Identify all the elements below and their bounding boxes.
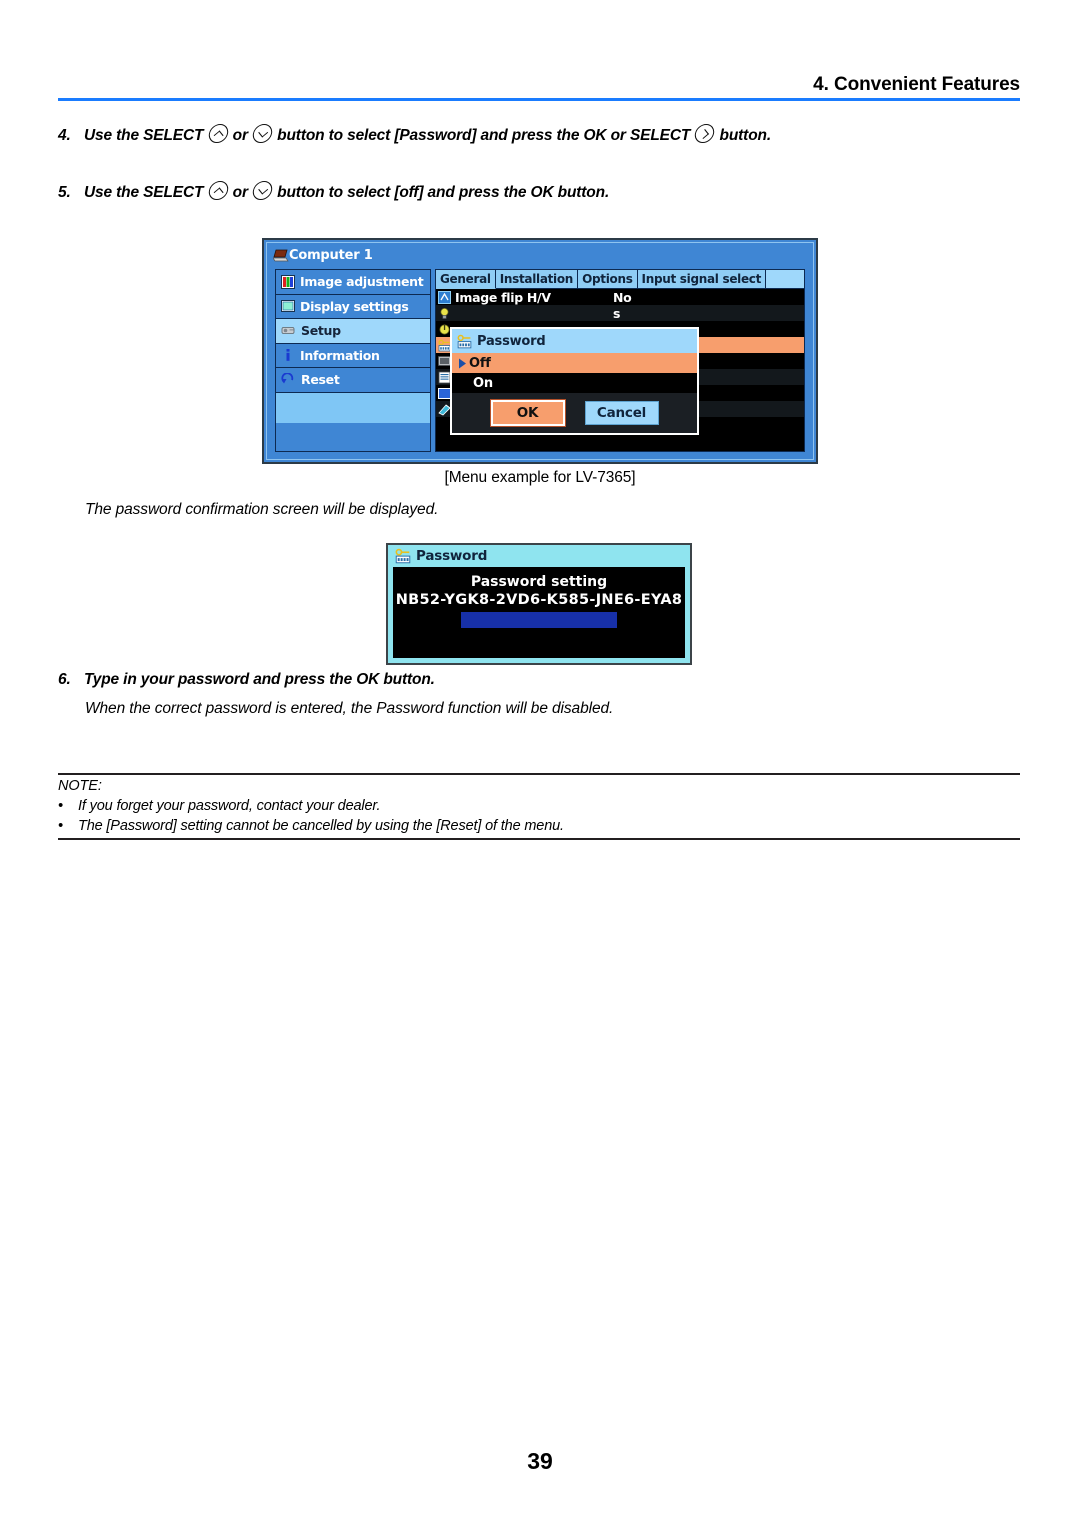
- password-screen-title: Password: [416, 548, 488, 564]
- note-rule-top: [58, 773, 1020, 775]
- page-number: 39: [527, 1448, 553, 1474]
- note-item: • If you forget your password, contact yo…: [58, 798, 381, 814]
- password-dialog-title: Password: [477, 333, 546, 349]
- password-option-label: Off: [469, 355, 491, 371]
- osd-sidebar: Image adjustment Display settings Setup …: [275, 269, 431, 452]
- password-dialog-buttons: OK Cancel: [452, 393, 697, 433]
- row-value: No: [613, 289, 632, 305]
- step-6-text: Type in your password and press the OK b…: [84, 671, 435, 688]
- step-4-number: 4.: [58, 127, 71, 144]
- cancel-button[interactable]: Cancel: [584, 401, 659, 425]
- sidebar-filler: [276, 392, 430, 423]
- computer-icon: [273, 249, 289, 262]
- table-row[interactable]: s: [436, 305, 804, 321]
- password-setting-screenshot: Password Password setting NB52-YGK8-2VD6…: [386, 543, 692, 665]
- password-setting-heading: Password setting: [470, 574, 608, 590]
- osd-title-text: Computer 1: [289, 248, 373, 263]
- password-dialog: Password Off On OK Cancel: [450, 327, 699, 435]
- password-confirmation-text: The password confirmation screen will be…: [85, 501, 439, 518]
- step-4-text-d: button.: [715, 127, 772, 144]
- chapter-title: 4. Convenient Features: [813, 74, 1020, 95]
- password-screen-body: Password setting NB52-YGK8-2VD6-K585-JNE…: [393, 567, 685, 658]
- sidebar-item-label: Setup: [301, 323, 341, 339]
- password-option-off[interactable]: Off: [452, 353, 697, 373]
- tab-installation[interactable]: Installation: [495, 270, 579, 289]
- tab-label: Options: [582, 272, 633, 286]
- osd-menu-screenshot: Computer 1 Image adjustment Display sett…: [262, 238, 818, 464]
- note-item-text: The [Password] setting cannot be cancell…: [78, 818, 564, 834]
- row-label: Image flip H/V: [455, 289, 551, 305]
- password-icon: [395, 548, 411, 564]
- step-5-text-c: button to select [off] and press the OK …: [273, 184, 610, 201]
- step-5-text-b: or: [228, 184, 253, 201]
- bullet-icon: •: [58, 818, 63, 834]
- row-value: s: [613, 305, 621, 321]
- step-6-number: 6.: [58, 671, 71, 688]
- select-right-icon: [693, 124, 717, 143]
- sidebar-item-reset[interactable]: Reset: [276, 368, 430, 393]
- step-4-text-b: or: [228, 127, 253, 144]
- step-4-text-a: Use the SELECT: [84, 127, 208, 144]
- step-4-text-c: button to select [Password] and press th…: [273, 127, 695, 144]
- select-up-icon: [206, 124, 230, 143]
- flip-icon: [438, 290, 451, 304]
- sidebar-item-label: Reset: [301, 372, 340, 388]
- bullet-icon: •: [58, 798, 63, 814]
- tab-label: Input signal select: [641, 272, 762, 286]
- sidebar-item-setup[interactable]: Setup: [276, 319, 430, 344]
- password-option-label: On: [473, 375, 493, 391]
- osd-body: Image adjustment Display settings Setup …: [275, 269, 805, 452]
- osd-titlebar: Computer 1: [273, 246, 373, 265]
- password-option-on[interactable]: On: [452, 373, 697, 393]
- table-row[interactable]: Image flip H/V No: [436, 289, 804, 305]
- selection-caret-icon: [456, 358, 469, 369]
- note-rule-bottom: [58, 838, 1020, 840]
- sidebar-item-label: Display settings: [300, 298, 409, 314]
- tab-options[interactable]: Options: [578, 270, 638, 289]
- tab-general[interactable]: General: [436, 270, 496, 289]
- select-down-icon: [251, 124, 274, 143]
- lamp-icon: [438, 307, 451, 320]
- step-5-number: 5.: [58, 184, 71, 201]
- row-label-cell: [438, 307, 613, 320]
- tab-input-signal-select[interactable]: Input signal select: [637, 270, 767, 289]
- sidebar-item-image-adjustment[interactable]: Image adjustment: [276, 270, 430, 295]
- step-6: 6. Type in your password and press the OK…: [58, 670, 435, 690]
- row-label-cell: Image flip H/V: [438, 290, 613, 305]
- osd-inner-frame: Computer 1 Image adjustment Display sett…: [266, 242, 814, 460]
- menu-example-caption: [Menu example for LV-7365]: [444, 469, 636, 486]
- image-adjustment-icon: [281, 274, 295, 289]
- select-up-icon: [206, 181, 230, 200]
- page-header: 4. Convenient Features: [58, 74, 1020, 96]
- header-rule: [58, 98, 1020, 101]
- password-input-field[interactable]: [461, 612, 617, 628]
- tab-label: General: [440, 272, 491, 286]
- step-5-text-a: Use the SELECT: [84, 184, 208, 201]
- password-screen-titlebar: Password: [388, 545, 690, 567]
- password-icon: [457, 334, 472, 349]
- reset-icon: [281, 373, 296, 386]
- step-5: 5. Use the SELECT or button to select [of…: [58, 181, 609, 203]
- osd-tab-bar: General Installation Options Input signa…: [436, 270, 804, 289]
- sidebar-item-label: Image adjustment: [300, 274, 424, 290]
- ok-button[interactable]: OK: [489, 399, 566, 427]
- select-down-icon: [251, 181, 274, 200]
- sidebar-item-label: Information: [300, 347, 380, 363]
- tab-label: Installation: [499, 272, 574, 286]
- note-label: NOTE:: [58, 778, 102, 794]
- sidebar-item-information[interactable]: Information: [276, 344, 430, 368]
- setup-icon: [281, 324, 296, 337]
- password-dialog-titlebar: Password: [452, 329, 697, 353]
- tab-bar-filler: [766, 270, 804, 289]
- sidebar-item-display-settings[interactable]: Display settings: [276, 295, 430, 319]
- information-icon: [281, 348, 295, 362]
- step-4: 4. Use the SELECT or button to select [Pa…: [58, 124, 771, 146]
- note-item: • The [Password] setting cannot be cancel…: [58, 818, 564, 834]
- password-request-code: NB52-YGK8-2VD6-K585-JNE6-EYA8: [395, 592, 683, 608]
- display-settings-icon: [281, 299, 295, 313]
- note-item-text: If you forget your password, contact you…: [78, 798, 381, 814]
- step-6-sub-text: When the correct password is entered, th…: [85, 700, 614, 717]
